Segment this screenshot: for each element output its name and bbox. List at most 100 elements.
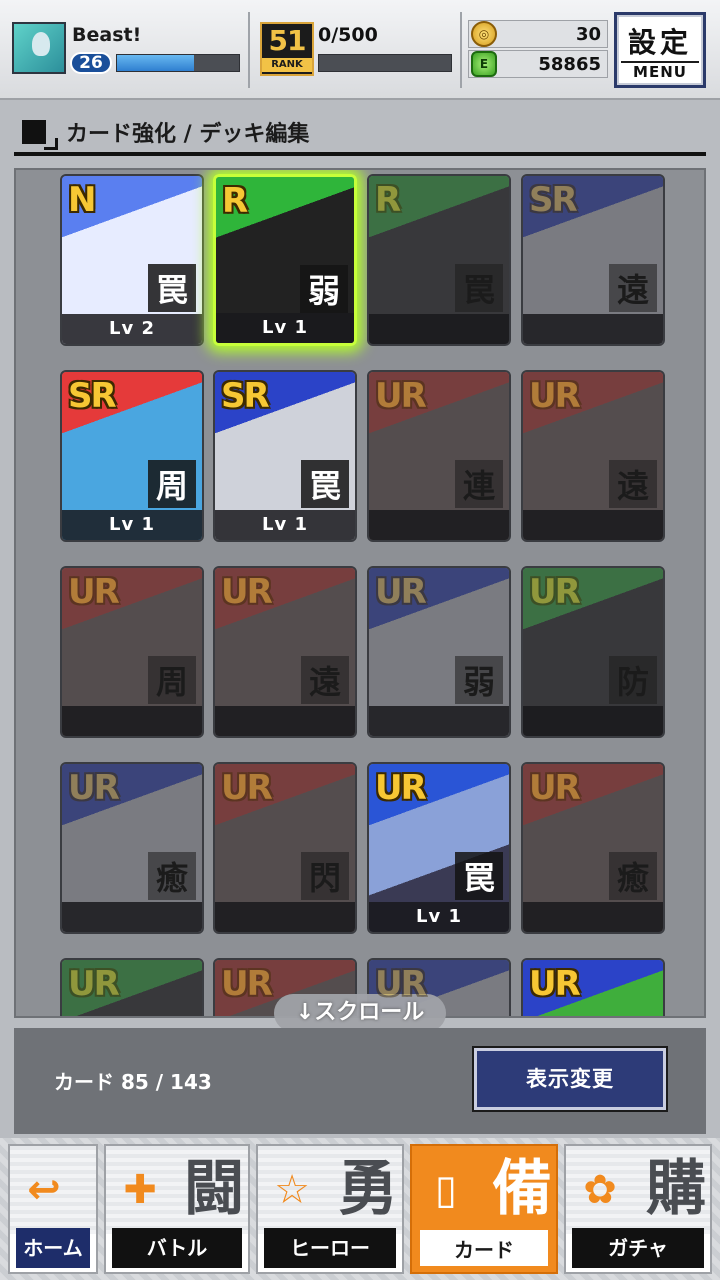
- card-rarity: UR: [529, 376, 581, 416]
- card-level: Lv 2: [62, 314, 202, 344]
- card-level: [523, 902, 663, 932]
- card-item[interactable]: UR 周: [60, 566, 204, 738]
- card-type-badge: 周: [148, 460, 196, 508]
- status-bar: Beast! 26 51 RANK 0/500 ◎ 30 E 58865 設定 …: [0, 0, 720, 100]
- tab-label: ヒーロー: [264, 1228, 396, 1268]
- card-level: [369, 314, 509, 344]
- energy-drink-icon: E: [471, 51, 497, 77]
- tab-label: ガチャ: [572, 1228, 704, 1268]
- card-item[interactable]: UR: [60, 958, 204, 1016]
- card-item[interactable]: R罠: [367, 174, 511, 346]
- rank-label: RANK: [262, 58, 312, 72]
- exp-bar-fill: [117, 55, 194, 71]
- card-item[interactable]: SR 遠: [521, 174, 665, 346]
- section-header: カード強化 / デッキ編集: [14, 112, 706, 156]
- card-rarity: UR: [529, 768, 581, 808]
- coin-value: 30: [575, 23, 601, 45]
- tab-label: ホーム: [16, 1228, 90, 1268]
- card-item[interactable]: UR 防: [521, 566, 665, 738]
- card-item[interactable]: UR 癒: [60, 762, 204, 934]
- card-rarity: R: [375, 180, 401, 220]
- card-level: [523, 510, 663, 540]
- gamepad-icon: ✚: [123, 1167, 157, 1213]
- card-item[interactable]: UR 連: [367, 370, 511, 542]
- card-type-badge: 癒: [148, 852, 196, 900]
- card-rarity: UR: [375, 964, 427, 1004]
- rank-progress-text: 0/500: [318, 24, 378, 46]
- card-item[interactable]: SR 周 Lv 1: [60, 370, 204, 542]
- divider: [460, 12, 462, 88]
- card-rarity: UR: [68, 768, 120, 808]
- bottom-tab-bar: ↩ ホーム ✚ 闘バトル ☆ 勇ヒーロー ▯ 備カード ✿ 購ガチャ: [0, 1138, 720, 1280]
- card-level: [523, 314, 663, 344]
- card-type-badge: 周: [148, 656, 196, 704]
- card-item[interactable]: UR 罠 Lv 1: [367, 762, 511, 934]
- energy-counter: E 58865: [468, 50, 608, 78]
- card-rarity: SR: [68, 376, 117, 416]
- card-level: [523, 706, 663, 736]
- settings-menu-button[interactable]: 設定 MENU: [614, 12, 706, 88]
- tab-hero[interactable]: ☆ 勇ヒーロー: [256, 1144, 404, 1274]
- card-level: [62, 902, 202, 932]
- card-type-badge: 遠: [301, 656, 349, 704]
- tab-gacha[interactable]: ✿ 購ガチャ: [564, 1144, 712, 1274]
- tab-battle[interactable]: ✚ 闘バトル: [104, 1144, 250, 1274]
- card-rarity: UR: [68, 964, 120, 1004]
- page-title: カード強化 / デッキ編集: [66, 122, 310, 147]
- card-level: Lv 1: [369, 902, 509, 932]
- card-type-badge: 弱: [455, 656, 503, 704]
- card-rarity: UR: [529, 572, 581, 612]
- tab-kanji: 勇: [338, 1154, 398, 1224]
- card-item[interactable]: UR 遠: [213, 566, 357, 738]
- card-rarity: UR: [68, 572, 120, 612]
- tab-kanji: 闘: [184, 1154, 244, 1224]
- tab-card[interactable]: ▯ 備カード: [410, 1144, 558, 1274]
- card-info-bar: カード 85 / 143 表示変更: [14, 1028, 706, 1134]
- card-item[interactable]: UR: [521, 958, 665, 1016]
- tab-label: バトル: [112, 1228, 242, 1268]
- change-view-button[interactable]: 表示変更: [474, 1048, 666, 1110]
- rank-badge: 51 RANK: [260, 22, 314, 76]
- card-item[interactable]: SR 罠 Lv 1: [213, 370, 357, 542]
- coin-counter: ◎ 30: [468, 20, 608, 48]
- player-level-badge: 26: [70, 52, 112, 74]
- card-item[interactable]: UR 遠: [521, 370, 665, 542]
- divider: [248, 12, 250, 88]
- card-level: [215, 706, 355, 736]
- rank-number: 51: [268, 24, 307, 57]
- card-type-badge: 遠: [609, 460, 657, 508]
- section-underline: [14, 152, 706, 156]
- card-level: [215, 902, 355, 932]
- tab-label: カード: [418, 1228, 550, 1268]
- tab-home[interactable]: ↩ ホーム: [8, 1144, 98, 1274]
- player-avatar[interactable]: [12, 22, 66, 74]
- card-level: Lv 1: [215, 510, 355, 540]
- rank-progress-bar: [318, 54, 452, 72]
- card-count: カード 85 / 143: [54, 1070, 212, 1094]
- card-rarity: UR: [529, 964, 581, 1004]
- gacha-capsule-icon: ✿: [583, 1167, 617, 1213]
- coin-icon: ◎: [471, 21, 497, 47]
- card-item[interactable]: UR 閃: [213, 762, 357, 934]
- player-name: Beast!: [72, 24, 142, 46]
- card-item[interactable]: R 弱 Lv 1: [213, 174, 357, 346]
- card-item[interactable]: UR 癒: [521, 762, 665, 934]
- card-type-badge: 連: [455, 460, 503, 508]
- card-item[interactable]: UR 弱: [367, 566, 511, 738]
- settings-label: 設定: [627, 26, 692, 59]
- card-rarity: UR: [221, 964, 273, 1004]
- card-type-badge: 弱: [300, 265, 348, 313]
- card-rarity: R: [222, 181, 248, 221]
- card-item[interactable]: N 罠 Lv 2: [60, 174, 204, 346]
- tab-kanji: 購: [646, 1154, 706, 1224]
- card-grid[interactable]: N 罠 Lv 2 R 弱 Lv 1 R 罠 SR 遠 SR 周 Lv 1 SR 罠 Lv 1 UR 連 UR 遠 UR 周…: [14, 168, 706, 1018]
- card-level: Lv 1: [62, 510, 202, 540]
- card-type-badge: 罠: [301, 460, 349, 508]
- card-rarity: UR: [375, 376, 427, 416]
- return-arrow-icon: ↩: [27, 1167, 61, 1213]
- card-level: Lv 1: [216, 313, 354, 343]
- exp-bar: [116, 54, 240, 72]
- card-type-badge: 罠: [455, 264, 503, 312]
- card-stack-icon: ▯: [434, 1167, 457, 1213]
- hero-icon: ☆: [274, 1167, 310, 1213]
